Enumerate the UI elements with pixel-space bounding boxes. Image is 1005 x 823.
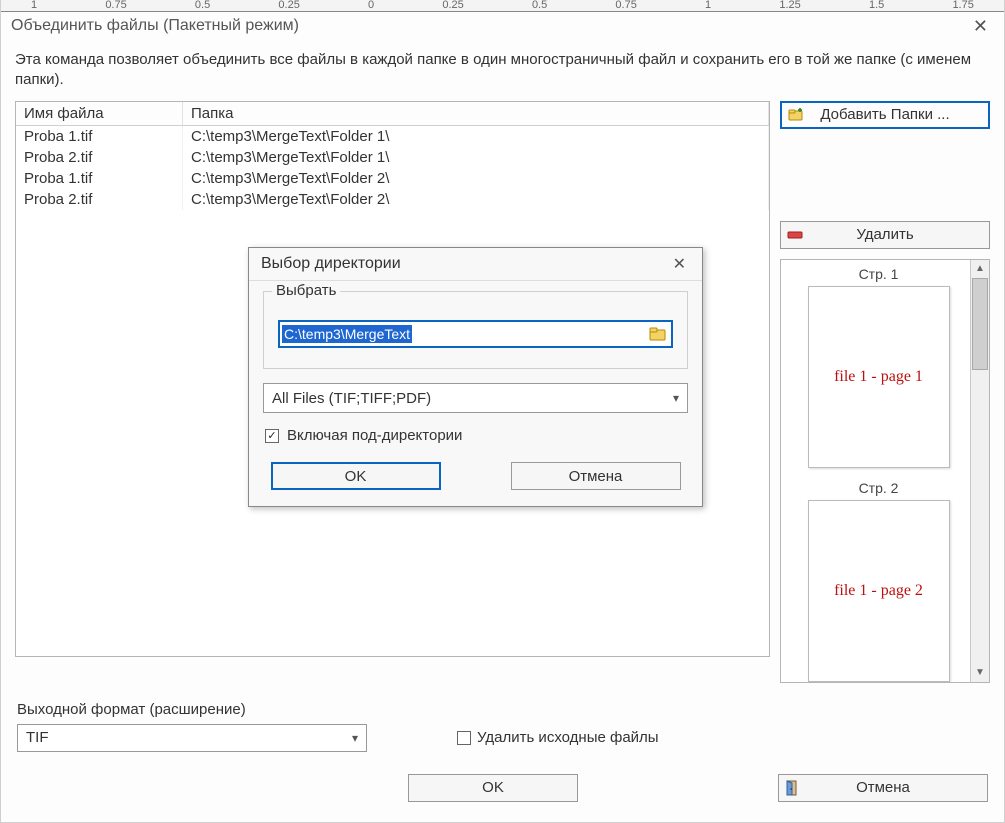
modal-titlebar: Выбор директории ✕	[249, 248, 702, 281]
preview-page[interactable]: Стр. 2 file 1 - page 2	[791, 480, 966, 682]
table-row[interactable]: Proba 2.tif C:\temp3\MergeText\Folder 1\	[16, 147, 769, 168]
page-thumbnail: file 1 - page 2	[808, 500, 950, 682]
modal-title-text: Выбор директории	[261, 255, 401, 273]
bottom-area: Выходной формат (расширение) TIF ▾ Удали…	[15, 701, 990, 802]
preview-panel: Стр. 1 file 1 - page 1 Стр. 2 file 1 - p…	[780, 259, 990, 683]
directory-picker-dialog: Выбор директории ✕ Выбрать C:\temp3\Merg…	[248, 247, 703, 507]
close-icon[interactable]: ✕	[967, 16, 994, 37]
modal-close-icon[interactable]: ✕	[667, 254, 692, 274]
fieldset-legend: Выбрать	[272, 282, 340, 299]
scroll-up-icon[interactable]: ▲	[971, 260, 989, 278]
delete-button[interactable]: Удалить	[780, 221, 990, 249]
modal-cancel-button[interactable]: Отмена	[511, 462, 681, 490]
preview-list: Стр. 1 file 1 - page 1 Стр. 2 file 1 - p…	[781, 260, 970, 682]
scroll-down-icon[interactable]: ▼	[971, 664, 989, 682]
preview-page[interactable]: Стр. 1 file 1 - page 1	[791, 266, 966, 468]
scroll-thumb[interactable]	[972, 278, 988, 370]
window-title: Объединить файлы (Пакетный режим)	[11, 17, 299, 35]
exit-icon	[785, 780, 801, 796]
checkbox-icon	[457, 731, 471, 745]
output-format-combo[interactable]: TIF ▾	[17, 724, 367, 752]
delete-source-checkbox[interactable]: Удалить исходные файлы	[457, 729, 659, 746]
dialog-button-row: OK Отмена	[17, 774, 988, 802]
col-header-name[interactable]: Имя файла	[16, 102, 183, 126]
add-folders-button[interactable]: Добавить Папки ...	[780, 101, 990, 129]
select-fieldset: Выбрать C:\temp3\MergeText	[263, 291, 688, 369]
path-text-selected: C:\temp3\MergeText	[282, 325, 412, 343]
chevron-down-icon: ▾	[352, 731, 358, 745]
chevron-down-icon: ▾	[673, 391, 679, 405]
browse-folder-icon[interactable]	[649, 326, 667, 342]
ruler-strip: 1 0.75 0.5 0.25 0 0.25 0.5 0.75 1 1.25 1…	[1, 0, 1004, 12]
page-thumbnail: file 1 - page 1	[808, 286, 950, 468]
merge-files-window: 1 0.75 0.5 0.25 0 0.25 0.5 0.75 1 1.25 1…	[0, 0, 1005, 823]
include-subdirs-checkbox[interactable]: ✓ Включая под-директории	[265, 427, 688, 444]
modal-ok-button[interactable]: OK	[271, 462, 441, 490]
col-header-folder[interactable]: Папка	[183, 102, 769, 126]
checkbox-checked-icon: ✓	[265, 429, 279, 443]
table-row[interactable]: Proba 2.tif C:\temp3\MergeText\Folder 2\	[16, 189, 769, 210]
file-filter-combo[interactable]: All Files (TIF;TIFF;PDF) ▾	[263, 383, 688, 413]
path-input[interactable]: C:\temp3\MergeText	[278, 320, 673, 348]
modal-body: Выбрать C:\temp3\MergeText All Files (TI…	[249, 281, 702, 506]
folder-plus-icon	[788, 107, 804, 123]
delete-icon	[787, 227, 803, 243]
ok-button[interactable]: OK	[408, 774, 578, 802]
output-format-label: Выходной формат (расширение)	[17, 701, 988, 718]
description-text: Эта команда позволяет объединить все фай…	[15, 50, 990, 91]
preview-scrollbar[interactable]: ▲ ▼	[970, 260, 989, 682]
cancel-button[interactable]: Отмена	[778, 774, 988, 802]
table-row[interactable]: Proba 1.tif C:\temp3\MergeText\Folder 2\	[16, 168, 769, 189]
modal-button-row: OK Отмена	[263, 462, 688, 490]
right-column: Добавить Папки ... Удалить Стр. 1 file 1…	[780, 101, 990, 683]
titlebar: Объединить файлы (Пакетный режим) ✕	[1, 12, 1004, 40]
file-table: Имя файла Папка Proba 1.tif C:\temp3\Mer…	[16, 102, 769, 210]
table-row[interactable]: Proba 1.tif C:\temp3\MergeText\Folder 1\	[16, 125, 769, 147]
